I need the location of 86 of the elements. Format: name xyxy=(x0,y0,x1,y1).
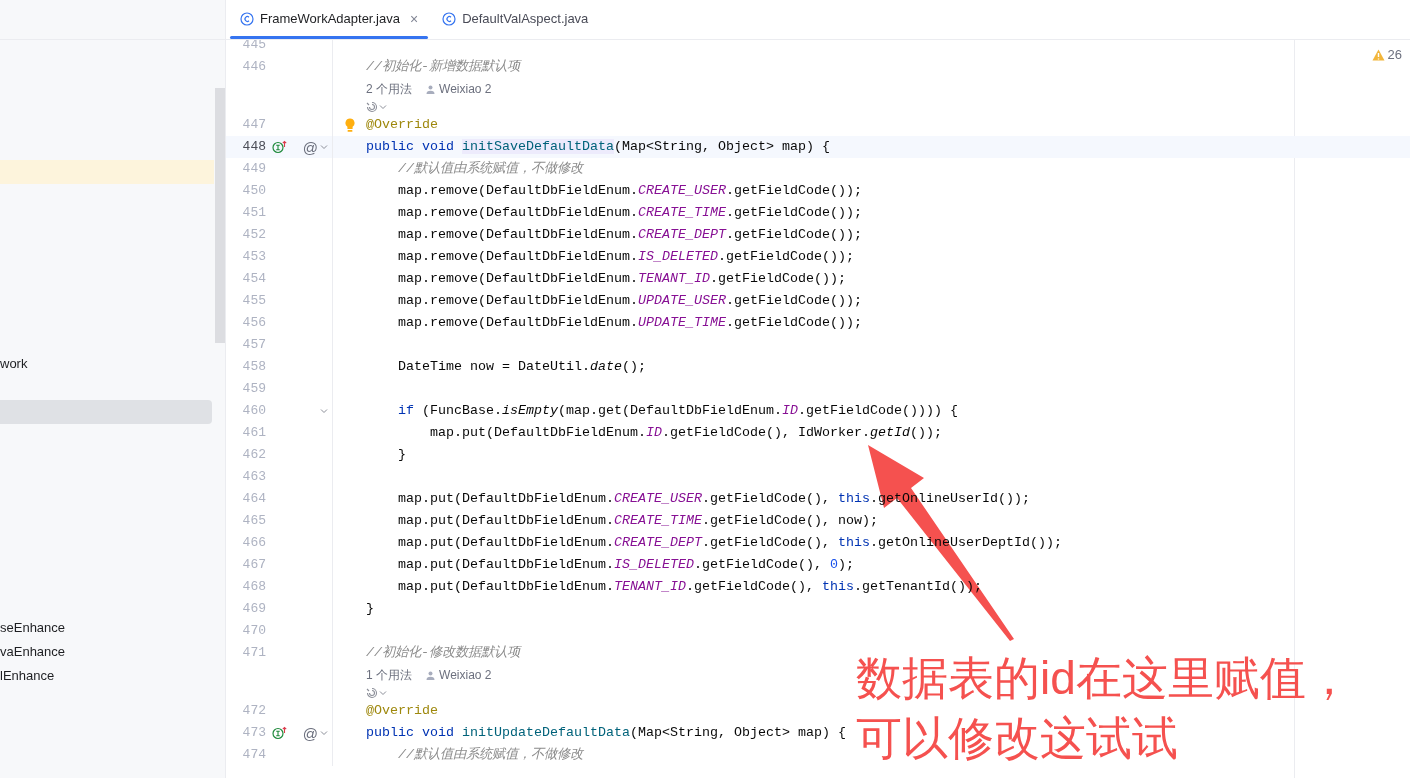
code-line: map.put(DefaultDbFieldEnum.IS_DELETED.getFieldCode(), 0); xyxy=(397,556,854,574)
code-line: map.remove(DefaultDbFieldEnum.TENANT_ID.getFieldCode()); xyxy=(397,270,846,288)
line-number: 446 xyxy=(241,58,266,77)
author-hint[interactable]: Weixiao 2 xyxy=(439,80,492,98)
tree-row[interactable]: vaEnhance xyxy=(0,640,214,664)
usages-hint[interactable]: 2 个用法 xyxy=(366,80,412,98)
line-number: 472 xyxy=(241,702,266,721)
line-number: 459 xyxy=(241,380,266,399)
annotations-menu[interactable]: @ xyxy=(302,139,318,155)
line-number: 462 xyxy=(241,446,266,465)
scrollbar[interactable] xyxy=(215,88,225,343)
code-line: map.put(DefaultDbFieldEnum.ID.getFieldCode(), IdWorker.getId()); xyxy=(429,424,942,442)
code-line: map.put(DefaultDbFieldEnum.CREATE_TIME.getFieldCode(), now); xyxy=(397,512,878,530)
code-line: } xyxy=(366,600,374,618)
warning-icon[interactable] xyxy=(1371,48,1385,61)
line-number: 463 xyxy=(241,468,266,487)
line-number: 450 xyxy=(241,182,266,201)
tree-row[interactable] xyxy=(0,400,212,424)
warning-count[interactable]: 26 xyxy=(1387,45,1402,65)
annotation-text: 可以修改这试试 xyxy=(856,711,1179,766)
line-number: 455 xyxy=(241,292,266,311)
line-number: 473 xyxy=(241,724,266,743)
code-line: //初始化-新增数据默认项 xyxy=(366,58,520,76)
line-number: 470 xyxy=(241,622,266,641)
line-number: 456 xyxy=(241,314,266,333)
code-line: //默认值由系统赋值，不做修改 xyxy=(397,746,583,764)
person-icon xyxy=(426,670,435,680)
line-number: 448 xyxy=(241,138,266,157)
line-number: 467 xyxy=(241,556,266,575)
code-line: map.remove(DefaultDbFieldEnum.CREATE_USER.getFieldCode()); xyxy=(397,182,862,200)
line-number: 449 xyxy=(241,160,266,179)
code-line: map.remove(DefaultDbFieldEnum.UPDATE_USER.getFieldCode()); xyxy=(397,292,862,310)
annotation-text: 数据表的id在这里赋值， xyxy=(856,651,1352,706)
tree-row[interactable]: lEnhance xyxy=(0,664,214,688)
tree-row[interactable]: seEnhance xyxy=(0,616,214,640)
line-number: 451 xyxy=(241,204,266,223)
code-line: map.remove(DefaultDbFieldEnum.IS_DELETED.getFieldCode()); xyxy=(397,248,854,266)
code-line: map.remove(DefaultDbFieldEnum.CREATE_TIME.getFieldCode()); xyxy=(397,204,862,222)
code-line: @Override xyxy=(366,702,438,720)
code-line: if (FuncBase.isEmpty(map.get(DefaultDbFieldEnum.ID.getFieldCode()))) { xyxy=(397,402,958,420)
code-line: map.remove(DefaultDbFieldEnum.UPDATE_TIME.getFieldCode()); xyxy=(397,314,862,332)
chevron-icon[interactable] xyxy=(379,104,387,110)
code-line: public void initUpdateDefaultData(Map<String, Object> map) { xyxy=(366,724,846,742)
line-number: 471 xyxy=(241,644,266,663)
line-number: 447 xyxy=(241,116,266,135)
line-number: 466 xyxy=(241,534,266,553)
line-number: 465 xyxy=(241,512,266,531)
swirl-icon[interactable] xyxy=(366,101,378,113)
line-number: 461 xyxy=(241,424,266,443)
line-number: 453 xyxy=(241,248,266,267)
code-line: //默认值由系统赋值，不做修改 xyxy=(397,160,583,178)
tree-row[interactable]: work xyxy=(0,352,214,376)
close-icon[interactable]: × xyxy=(409,8,419,30)
line-number: 454 xyxy=(241,270,266,289)
implements-icon[interactable] xyxy=(272,726,288,740)
line-number: 458 xyxy=(241,358,266,377)
line-number: 457 xyxy=(241,336,266,355)
line-number: 474 xyxy=(241,746,266,765)
class-icon xyxy=(442,12,457,26)
code-line: //初始化-修改数据默认项 xyxy=(366,644,520,662)
code-line: public void initSaveDefaultData(Map<String, Object> map) { xyxy=(366,138,830,156)
person-icon xyxy=(426,84,435,94)
line-number: 468 xyxy=(241,578,266,597)
line-number: 445 xyxy=(241,40,266,55)
code-line: DateTime now = DateUtil.date(); xyxy=(397,358,646,376)
chevron-icon[interactable] xyxy=(320,730,328,736)
usages-hint[interactable]: 1 个用法 xyxy=(366,666,412,684)
code-line: map.remove(DefaultDbFieldEnum.CREATE_DEPT.getFieldCode()); xyxy=(397,226,862,244)
code-line: @Override xyxy=(366,116,438,134)
chevron-icon[interactable] xyxy=(379,690,387,696)
author-hint[interactable]: Weixiao 2 xyxy=(439,666,492,684)
chevron-icon[interactable] xyxy=(320,144,328,150)
line-number: 452 xyxy=(241,226,266,245)
editor-tab[interactable]: FrameWorkAdapter.java × xyxy=(228,0,431,39)
class-icon xyxy=(240,12,254,26)
lightbulb-icon[interactable] xyxy=(344,117,355,133)
line-number: 464 xyxy=(241,490,266,509)
implements-icon[interactable] xyxy=(272,140,288,154)
annotations-menu[interactable]: @ xyxy=(302,725,318,741)
line-number: 469 xyxy=(241,600,266,619)
chevron-icon[interactable] xyxy=(320,408,328,414)
editor-tab[interactable]: DefaultValAspect.java xyxy=(430,0,601,39)
line-number: 460 xyxy=(241,402,266,421)
code-line: } xyxy=(397,446,406,464)
tree-row[interactable] xyxy=(0,160,214,184)
swirl-icon[interactable] xyxy=(366,687,378,699)
